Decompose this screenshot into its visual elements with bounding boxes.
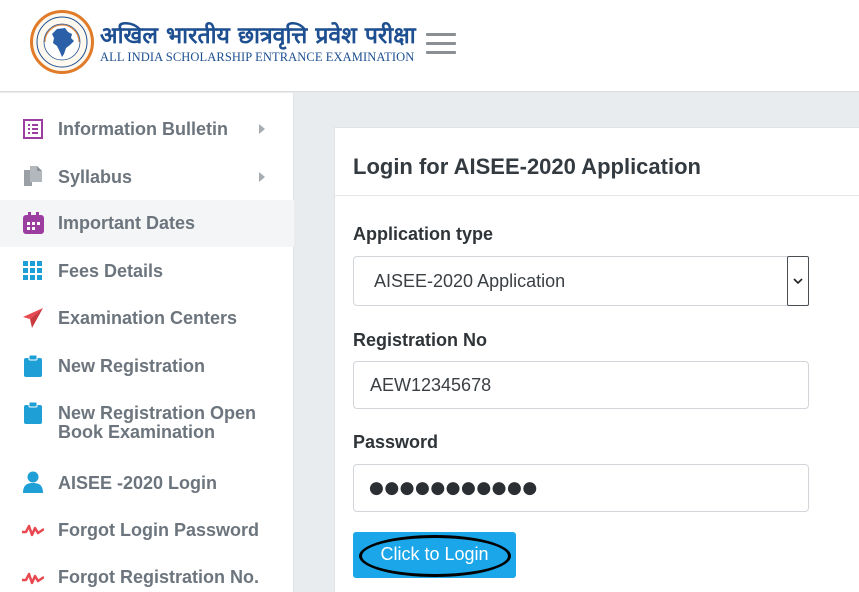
pulse-icon: [22, 567, 44, 589]
list-icon: [22, 118, 44, 140]
sidebar-item-label: Forgot Login Password: [58, 520, 259, 540]
paper-plane-icon: [22, 307, 44, 329]
sidebar-item-forgot-registration-no[interactable]: Forgot Registration No.: [0, 555, 294, 592]
site-header: अखिल भारतीय छात्रवृत्ति प्रवेश परीक्षा A…: [0, 0, 859, 92]
chevron-right-icon: [259, 124, 265, 134]
clipboard-icon: [22, 355, 44, 377]
sidebar-item-fees-details[interactable]: Fees Details: [0, 248, 294, 295]
sidebar-item-label: Syllabus: [58, 167, 133, 187]
login-card: Login for AISEE-2020 Application Applica…: [334, 127, 859, 592]
documents-icon: [22, 165, 44, 187]
hamburger-menu-icon[interactable]: [426, 33, 456, 55]
chevron-down-icon[interactable]: [787, 256, 809, 306]
brand-title-hindi: अखिल भारतीय छात्रवृत्ति प्रवेश परीक्षा: [100, 23, 416, 49]
sidebar-item-examination-centers[interactable]: Examination Centers: [0, 295, 294, 342]
sidebar-item-label-line2: Book Examination: [58, 422, 216, 442]
sidebar-item-aisee-login[interactable]: AISEE -2020 Login: [0, 460, 294, 507]
sidebar-item-label: Important Dates: [58, 213, 196, 233]
sidebar-item-forgot-login-password[interactable]: Forgot Login Password: [0, 507, 294, 554]
india-map-seal-icon[interactable]: [30, 10, 94, 74]
sidebar-item-important-dates[interactable]: Important Dates: [0, 200, 294, 247]
application-type-value: AISEE-2020 Application: [374, 271, 566, 291]
sidebar-item-new-registration-open-book[interactable]: New Registration Open Book Examination: [0, 390, 294, 460]
pulse-icon: [22, 519, 44, 541]
sidebar-item-label: AISEE -2020 Login: [58, 473, 218, 493]
login-button-label: Click to Login: [380, 544, 489, 564]
registration-no-label: Registration No: [353, 330, 488, 350]
chevron-right-icon: [259, 172, 265, 182]
sidebar-item-syllabus[interactable]: Syllabus: [0, 153, 294, 201]
application-type-label: Application type: [353, 224, 494, 244]
application-type-select[interactable]: AISEE-2020 Application: [353, 256, 809, 306]
password-masked-value: ●●●●●●●●●●●: [369, 478, 538, 498]
registration-no-input[interactable]: [353, 361, 809, 409]
sidebar-item-label: New Registration Open: [58, 403, 257, 423]
calendar-icon: [22, 212, 44, 234]
brand-title-english: ALL INDIA SCHOLARSHIP ENTRANCE EXAMINATI…: [100, 50, 415, 64]
card-divider: [335, 195, 859, 196]
sidebar-item-label: Information Bulletin: [58, 119, 228, 139]
sidebar-item-new-registration[interactable]: New Registration: [0, 343, 294, 390]
user-icon: [22, 471, 44, 493]
password-input[interactable]: ●●●●●●●●●●●: [353, 464, 809, 512]
clipboard-icon: [22, 402, 44, 424]
sidebar-item-information-bulletin[interactable]: Information Bulletin: [0, 105, 294, 153]
grid-icon: [22, 260, 44, 282]
sidebar-item-label: Examination Centers: [58, 308, 238, 328]
sidebar-nav: Information Bulletin Syllabus Important …: [0, 93, 294, 592]
login-title: Login for AISEE-2020 Application: [353, 154, 701, 179]
sidebar-item-label: Forgot Registration No.: [58, 567, 259, 587]
login-button[interactable]: Click to Login: [353, 532, 516, 578]
sidebar-item-label: Fees Details: [58, 261, 164, 281]
sidebar-item-label: New Registration: [58, 356, 206, 376]
password-label: Password: [353, 432, 439, 452]
